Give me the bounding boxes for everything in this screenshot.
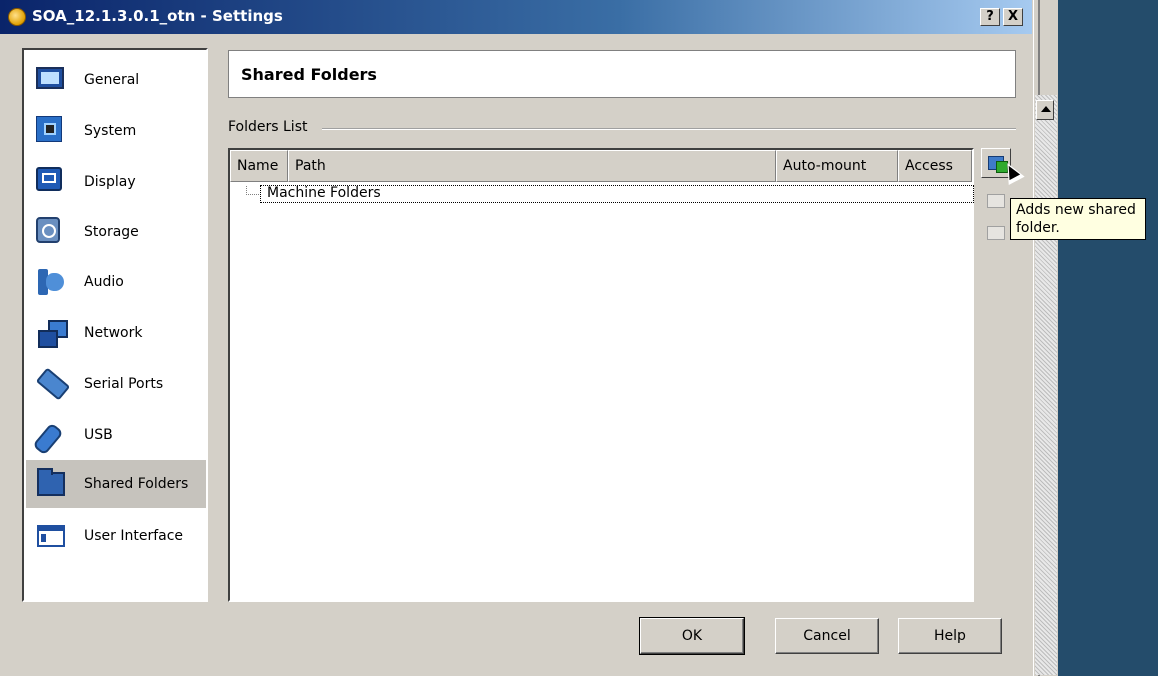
tree-connector <box>246 186 259 195</box>
title-bar[interactable]: SOA_12.1.3.0.1_otn - Settings ? X <box>0 0 1032 34</box>
folders-list-label: Folders List <box>228 119 314 135</box>
serial-ports-icon <box>35 367 71 401</box>
user-interface-icon <box>36 521 66 551</box>
general-icon <box>36 65 66 95</box>
sidebar-item-display[interactable]: Display <box>26 158 206 206</box>
add-folder-tooltip: Adds new shared folder. <box>1010 198 1146 240</box>
folder-remove-icon <box>987 226 1005 240</box>
sidebar-item-label: Audio <box>84 274 124 290</box>
help-button[interactable]: Help <box>898 618 1002 654</box>
window-title: SOA_12.1.3.0.1_otn - Settings <box>32 7 283 25</box>
remove-shared-folder-button[interactable] <box>981 218 1011 248</box>
audio-icon <box>36 267 66 297</box>
sidebar-item-label: Storage <box>84 224 139 240</box>
folder-edit-icon <box>987 194 1005 208</box>
settings-dialog: SOA_12.1.3.0.1_otn - Settings ? X Genera… <box>0 0 1032 676</box>
sidebar-item-serial-ports[interactable]: Serial Ports <box>26 360 206 408</box>
sidebar-item-label: User Interface <box>84 528 184 544</box>
settings-category-list: General System Display Storage Audio Net… <box>22 48 208 602</box>
desktop-background <box>1058 0 1158 676</box>
sidebar-item-audio[interactable]: Audio <box>26 258 206 306</box>
sidebar-item-usb[interactable]: USB <box>26 411 206 459</box>
background-scrollbar-track[interactable] <box>1035 95 1057 675</box>
sidebar-item-network[interactable]: Network <box>26 309 206 357</box>
sidebar-item-label: General <box>84 72 140 88</box>
context-help-button[interactable]: ? <box>980 8 1000 26</box>
column-header-name[interactable]: Name <box>230 150 288 182</box>
sidebar-item-label: Display <box>84 174 136 190</box>
network-icon <box>36 318 68 348</box>
group-divider <box>322 128 1016 130</box>
sidebar-item-label: USB <box>84 427 113 443</box>
list-header: Name Path Auto-mount Access <box>230 150 972 182</box>
list-item[interactable]: Machine Folders <box>260 185 974 203</box>
column-header-access[interactable]: Access <box>898 150 972 182</box>
sidebar-item-general[interactable]: General <box>26 56 206 104</box>
sidebar-item-storage[interactable]: Storage <box>26 208 206 256</box>
system-icon <box>36 116 66 146</box>
cancel-button[interactable]: Cancel <box>775 618 879 654</box>
usb-icon <box>32 420 66 456</box>
display-icon <box>36 167 66 197</box>
sidebar-item-user-interface[interactable]: User Interface <box>26 512 206 560</box>
page-header: Shared Folders <box>228 50 1016 98</box>
close-button[interactable]: X <box>1003 8 1023 26</box>
folders-list[interactable]: Name Path Auto-mount Access Machine Fold… <box>228 148 974 602</box>
tree-item-label: Machine Folders <box>267 185 381 201</box>
sidebar-item-label: Serial Ports <box>84 376 164 392</box>
sidebar-item-label: Shared Folders <box>84 476 189 492</box>
storage-icon <box>36 217 66 247</box>
virtualbox-gear-icon <box>8 8 26 26</box>
shared-folders-icon <box>36 468 66 499</box>
column-header-path[interactable]: Path <box>288 150 776 182</box>
sidebar-item-label: Network <box>84 325 143 341</box>
ok-button[interactable]: OK <box>639 617 745 655</box>
edit-shared-folder-button[interactable] <box>981 186 1011 216</box>
sidebar-item-label: System <box>84 123 137 139</box>
sidebar-item-shared-folders[interactable]: Shared Folders <box>26 460 206 508</box>
column-header-auto-mount[interactable]: Auto-mount <box>776 150 898 182</box>
sidebar-item-system[interactable]: System <box>26 107 206 155</box>
page-title: Shared Folders <box>241 65 377 84</box>
background-scroll-up-button[interactable] <box>1036 100 1054 120</box>
